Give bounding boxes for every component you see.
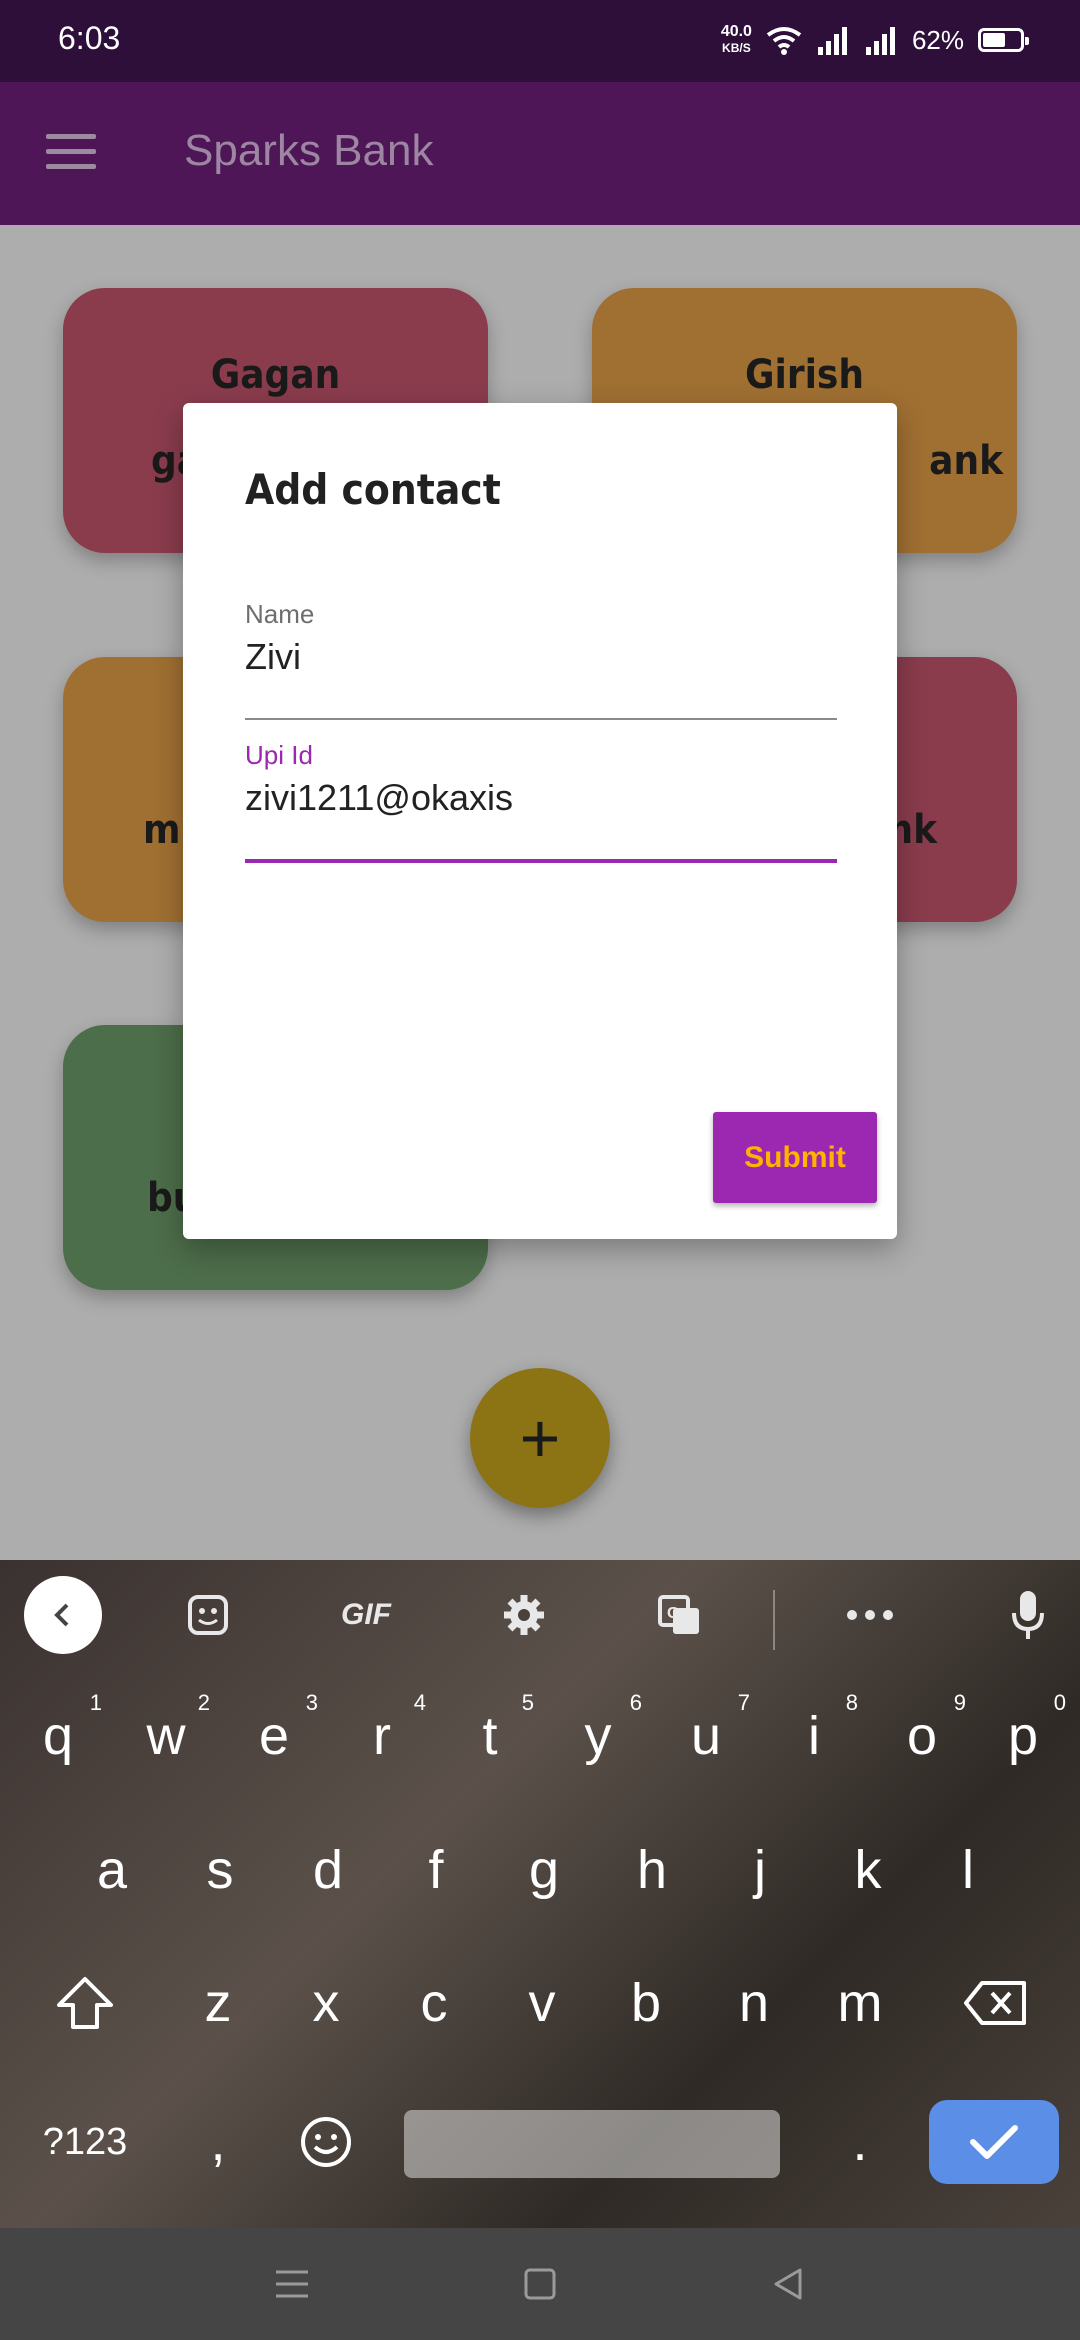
mic-icon[interactable] bbox=[1000, 1582, 1056, 1648]
symbols-key[interactable]: ?123 bbox=[20, 2082, 150, 2202]
space-bar[interactable] bbox=[404, 2110, 780, 2178]
contact-name: Girish bbox=[745, 352, 864, 398]
sticker-icon[interactable] bbox=[178, 1582, 238, 1648]
key-p[interactable]: p0 bbox=[970, 1676, 1076, 1796]
name-field[interactable]: Name Zivi bbox=[245, 599, 837, 720]
key-x[interactable]: x bbox=[272, 1943, 380, 2063]
status-bar: 6:03 40.0 KB/S 62% bbox=[0, 0, 1080, 82]
recents-icon[interactable] bbox=[264, 2256, 320, 2312]
dialog-title: Add contact bbox=[245, 465, 501, 514]
upi-field[interactable]: Upi Id zivi1211@okaxis bbox=[245, 740, 837, 863]
gif-button[interactable]: GIF bbox=[326, 1582, 406, 1648]
emoji-icon bbox=[301, 2117, 351, 2167]
key-e[interactable]: e3 bbox=[220, 1676, 328, 1796]
key-i[interactable]: i8 bbox=[760, 1676, 868, 1796]
key-k[interactable]: k bbox=[814, 1810, 922, 1930]
key-o[interactable]: o9 bbox=[868, 1676, 976, 1796]
more-icon[interactable] bbox=[840, 1582, 900, 1648]
key-row-3: z x c v b n m bbox=[0, 1943, 1080, 2063]
key-v[interactable]: v bbox=[488, 1943, 596, 2063]
name-input[interactable]: Zivi bbox=[245, 636, 837, 678]
app-title: Sparks Bank bbox=[184, 126, 434, 175]
key-j[interactable]: j bbox=[706, 1810, 814, 1930]
upi-input[interactable]: zivi1211@okaxis bbox=[245, 777, 837, 819]
keyboard: GIF G q1 w2 e3 r4 t5 y6 u7 i8 o9 p0 a s … bbox=[0, 1560, 1080, 2228]
name-underline bbox=[245, 718, 837, 720]
period-key[interactable]: . bbox=[810, 2082, 910, 2202]
battery-icon bbox=[978, 28, 1029, 52]
backspace-key[interactable] bbox=[940, 1943, 1050, 2063]
key-l[interactable]: l bbox=[914, 1810, 1022, 1930]
key-t[interactable]: t5 bbox=[436, 1676, 544, 1796]
app-bar: Sparks Bank bbox=[0, 82, 1080, 225]
status-icons: 40.0 KB/S 62% bbox=[721, 18, 1029, 62]
shift-icon bbox=[57, 1977, 113, 2029]
key-h[interactable]: h bbox=[598, 1810, 706, 1930]
status-time: 6:03 bbox=[58, 20, 121, 56]
check-icon bbox=[970, 2125, 1018, 2159]
key-n[interactable]: n bbox=[700, 1943, 808, 2063]
enter-key[interactable] bbox=[929, 2100, 1059, 2184]
key-row-1: q1 w2 e3 r4 t5 y6 u7 i8 o9 p0 bbox=[0, 1676, 1080, 1796]
key-d[interactable]: d bbox=[274, 1810, 382, 1930]
key-m[interactable]: m bbox=[806, 1943, 914, 2063]
keyboard-toolbar: GIF G bbox=[0, 1560, 1080, 1670]
nav-back-icon[interactable] bbox=[760, 2256, 816, 2312]
key-q[interactable]: q1 bbox=[4, 1676, 112, 1796]
key-row-2: a s d f g h j k l bbox=[0, 1810, 1080, 1930]
key-b[interactable]: b bbox=[592, 1943, 700, 2063]
battery-fill bbox=[983, 33, 1005, 47]
contact-upi: ank bbox=[929, 438, 1003, 484]
add-contact-fab[interactable]: + bbox=[470, 1368, 610, 1508]
back-icon[interactable] bbox=[24, 1576, 102, 1654]
toolbar-divider bbox=[773, 1590, 775, 1650]
submit-button[interactable]: Submit bbox=[713, 1112, 877, 1203]
key-a[interactable]: a bbox=[58, 1810, 166, 1930]
signal-icon-2 bbox=[865, 27, 895, 55]
add-contact-dialog: Add contact Name Zivi Upi Id zivi1211@ok… bbox=[183, 403, 897, 1239]
key-z[interactable]: z bbox=[164, 1943, 272, 2063]
network-speed-unit: KB/S bbox=[722, 41, 751, 55]
name-label: Name bbox=[245, 599, 315, 629]
backspace-icon bbox=[964, 1981, 1026, 2025]
key-s[interactable]: s bbox=[166, 1810, 274, 1930]
key-r[interactable]: r4 bbox=[328, 1676, 436, 1796]
fab-plus: + bbox=[519, 1399, 561, 1477]
shift-key[interactable] bbox=[30, 1943, 140, 2063]
comma-key[interactable]: , bbox=[168, 2082, 268, 2202]
contact-name: Gagan bbox=[210, 352, 341, 398]
emoji-key[interactable] bbox=[276, 2082, 376, 2202]
key-w[interactable]: w2 bbox=[112, 1676, 220, 1796]
svg-text:G: G bbox=[667, 1605, 679, 1622]
navigation-bar bbox=[0, 2228, 1080, 2340]
key-y[interactable]: y6 bbox=[544, 1676, 652, 1796]
network-speed: 40.0 KB/S bbox=[721, 24, 752, 56]
signal-icon-1 bbox=[817, 27, 847, 55]
network-speed-value: 40.0 bbox=[720, 23, 752, 40]
key-g[interactable]: g bbox=[490, 1810, 598, 1930]
upi-underline bbox=[245, 859, 837, 863]
battery-percent: 62% bbox=[911, 24, 964, 55]
wifi-icon bbox=[766, 27, 802, 55]
menu-icon[interactable] bbox=[46, 134, 96, 174]
gear-icon[interactable] bbox=[494, 1582, 554, 1648]
key-c[interactable]: c bbox=[380, 1943, 488, 2063]
home-icon[interactable] bbox=[512, 2256, 568, 2312]
key-u[interactable]: u7 bbox=[652, 1676, 760, 1796]
translate-icon[interactable]: G bbox=[650, 1582, 710, 1648]
upi-label: Upi Id bbox=[245, 740, 313, 770]
key-f[interactable]: f bbox=[382, 1810, 490, 1930]
